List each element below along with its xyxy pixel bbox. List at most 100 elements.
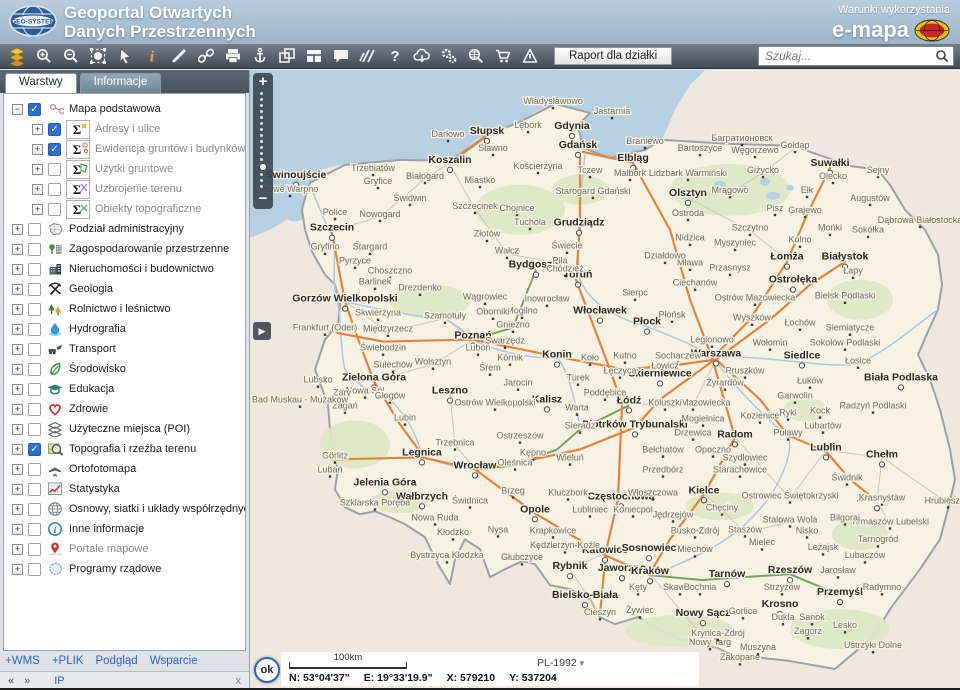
expand-icon[interactable]: + [32,184,43,195]
layer-checkbox[interactable] [28,423,41,436]
layer-label[interactable]: Obiekty topograficzne [95,203,201,215]
layer-label[interactable]: Topografia i rzeźba terenu [69,443,196,455]
search-input[interactable] [763,48,935,64]
expand-icon[interactable]: + [32,124,43,135]
tab-informacje[interactable]: Informacje [80,73,162,93]
layer-label[interactable]: Statystyka [69,483,120,495]
expand-icon[interactable]: + [12,324,23,335]
expand-icon[interactable]: + [32,144,43,155]
layer-label[interactable]: Hydrografia [69,323,126,335]
zoom-out-button[interactable]: − [259,191,268,206]
layer-checkbox[interactable] [28,263,41,276]
zoom-level-dot[interactable] [260,185,263,188]
expand-icon[interactable]: + [12,544,23,555]
zoom-level-dot[interactable] [260,134,263,137]
map-viewport[interactable]: ŚwinoujścieSzczecinKoszalinSłupskGdyniaG… [250,70,960,690]
expand-icon[interactable]: + [12,244,23,255]
layer-checkbox[interactable]: ✓ [48,143,61,156]
collapse-icon[interactable]: − [12,104,23,115]
comment-icon[interactable] [330,47,351,66]
layer-checkbox[interactable] [28,383,41,396]
crs-select[interactable]: PL-1992 ▾ [537,657,584,669]
layer-checkbox[interactable] [28,503,41,516]
sidebar-toggle-arrow-icon[interactable]: ▶ [253,322,271,340]
expand-icon[interactable]: + [12,304,23,315]
plik-link[interactable]: +PLIK [52,655,84,667]
print-icon[interactable] [222,47,243,66]
zoom-level-dot[interactable] [260,179,263,182]
zoom-level-dot[interactable] [260,128,263,131]
layer-checkbox[interactable] [28,543,41,556]
zoom-level-dot[interactable] [260,110,263,113]
layer-label[interactable]: Mapa podstawowa [69,103,161,115]
layer-label[interactable]: Inne informacje [69,523,144,535]
zoom-level-dot[interactable] [260,116,263,119]
layer-label[interactable]: Geologia [69,283,113,295]
layout-icon[interactable] [303,47,324,66]
map-canvas[interactable]: ŚwinoujścieSzczecinKoszalinSłupskGdyniaG… [250,70,960,690]
zoom-in-button[interactable]: + [259,74,268,89]
cart-icon[interactable] [492,47,513,66]
expand-icon[interactable]: + [12,564,23,575]
layer-checkbox[interactable]: ✓ [28,443,41,456]
expand-icon[interactable]: + [12,384,23,395]
layer-label[interactable]: Programy rządowe [69,563,161,575]
layer-label[interactable]: Portale mapowe [69,543,149,555]
layer-checkbox[interactable] [48,183,61,196]
layer-checkbox[interactable] [28,483,41,496]
layer-checkbox[interactable] [28,523,41,536]
expand-icon[interactable]: + [12,504,23,515]
layer-label[interactable]: Edukacja [69,383,114,395]
layer-label[interactable]: Ewidencja gruntów i budynków [95,143,245,155]
layers-icon[interactable] [6,47,27,66]
layer-label[interactable]: Zagospodarowanie przestrzenne [69,243,229,255]
layer-label[interactable]: Zdrowie [69,403,108,415]
expand-icon[interactable]: + [12,464,23,475]
layer-label[interactable]: Nieruchomości i budownictwo [69,263,214,275]
layer-checkbox[interactable] [28,243,41,256]
layer-label[interactable]: Transport [69,343,116,355]
zoom-in-icon[interactable] [33,47,54,66]
layer-checkbox[interactable] [28,283,41,296]
layer-checkbox[interactable] [28,323,41,336]
zoom-level-dot[interactable] [260,152,263,155]
search-icon[interactable] [935,49,949,63]
select-area-icon[interactable] [87,47,108,66]
layer-checkbox[interactable] [28,403,41,416]
search-location-icon[interactable] [465,47,486,66]
pointer-icon[interactable] [114,47,135,66]
expand-icon[interactable]: + [12,484,23,495]
layer-label[interactable]: Środowisko [69,363,126,375]
expand-icon[interactable]: + [12,524,23,535]
terms-link[interactable]: Warunki wykorzystania [838,4,950,16]
sidebar-close-icon[interactable]: x [236,675,242,687]
layer-label[interactable]: Osnowy, siatki i układy współrzędnych [69,503,246,515]
help-icon[interactable]: ? [384,47,405,66]
layer-checkbox[interactable] [28,563,41,576]
layer-checkbox[interactable] [28,363,41,376]
zoom-level-dot[interactable] [260,173,263,176]
layer-checkbox[interactable] [28,223,41,236]
layer-checkbox[interactable] [48,203,61,216]
parcel-report-button[interactable]: Raport dla działki [554,47,672,65]
cloud-download-icon[interactable] [411,47,432,66]
wsparcie-link[interactable]: Wsparcie [150,655,198,667]
layer-label[interactable]: Adresy i ulice [95,123,160,135]
layer-label[interactable]: Rolnictwo i leśnictwo [69,303,170,315]
layer-label[interactable]: Uzbrojenie terenu [95,183,182,195]
zoom-level-dot[interactable] [260,140,263,143]
expand-icon[interactable]: + [12,224,23,235]
measure-icon[interactable] [168,47,189,66]
expand-icon[interactable]: + [12,344,23,355]
layer-checkbox[interactable]: ✓ [48,123,61,136]
expand-icon[interactable]: + [12,364,23,375]
layer-label[interactable]: Użytki gruntowe [95,163,173,175]
zoom-level-dot[interactable] [260,98,263,101]
expand-icon[interactable]: + [32,164,43,175]
pager-next-icon[interactable]: » [24,675,30,687]
podglad-link[interactable]: Podgląd [95,655,137,667]
zoom-out-icon[interactable] [60,47,81,66]
expand-icon[interactable]: + [12,444,23,455]
zoom-level-dot[interactable] [260,104,263,107]
expand-icon[interactable]: + [12,264,23,275]
